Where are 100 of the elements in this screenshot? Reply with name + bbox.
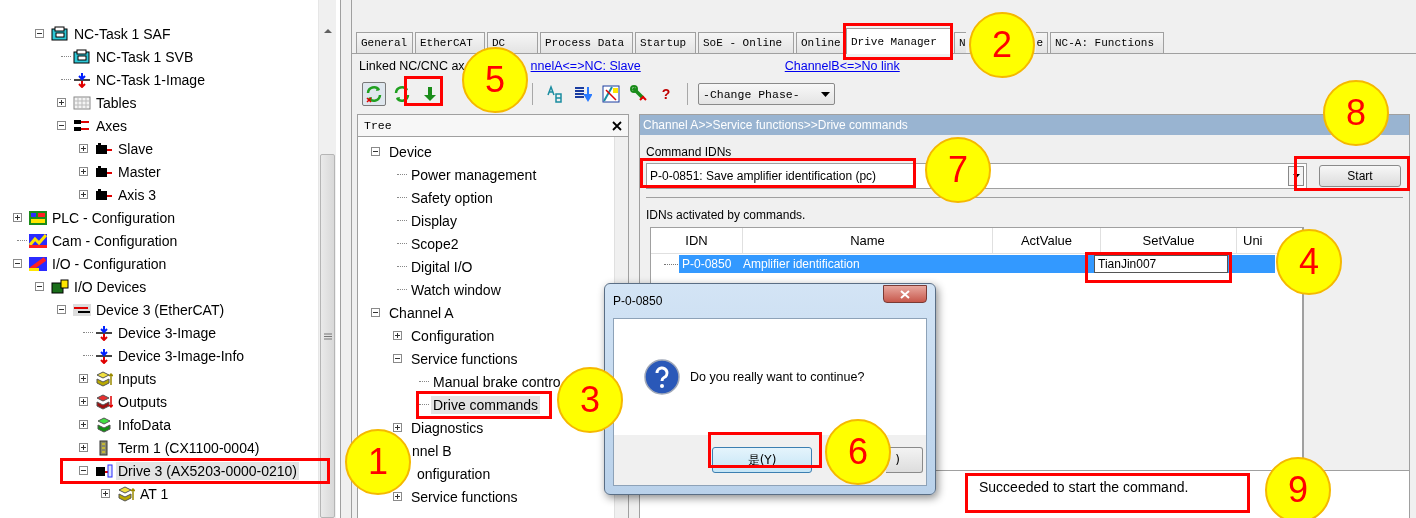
expand-icon[interactable] <box>57 98 66 107</box>
collapse-icon[interactable] <box>79 466 88 475</box>
motor-icon <box>95 163 113 180</box>
tree-item[interactable]: Cam - Configuration <box>50 231 180 250</box>
vertical-scrollbar[interactable] <box>318 0 336 518</box>
tree-item[interactable]: Tables <box>94 93 139 112</box>
column-header[interactable]: Uni <box>1237 228 1277 253</box>
task-icon <box>51 25 69 42</box>
expand-icon[interactable] <box>79 443 88 452</box>
tab[interactable]: Process Data <box>540 32 633 53</box>
caret-icon <box>821 91 830 97</box>
tree-item[interactable]: Outputs <box>116 392 170 411</box>
tab[interactable]: e <box>1036 32 1048 53</box>
collapse-icon[interactable] <box>371 147 380 156</box>
tree-item[interactable]: Diagnostics <box>409 418 486 437</box>
collapse-icon[interactable] <box>393 354 402 363</box>
tree-item[interactable]: Configuration <box>409 326 497 345</box>
input-icon <box>117 485 135 502</box>
expand-icon[interactable] <box>79 144 88 153</box>
channel-b-link[interactable]: ChannelB<=>No link <box>784 59 900 73</box>
field-label: Command IDNs <box>646 145 733 159</box>
tree-item[interactable]: Slave <box>116 139 156 158</box>
tab[interactable]: Online <box>796 32 844 53</box>
expand-icon[interactable] <box>393 492 402 501</box>
collapse-icon[interactable] <box>57 305 66 314</box>
tree-item[interactable]: Digital I/O <box>409 257 475 276</box>
expand-icon[interactable] <box>393 331 402 340</box>
tree-item[interactable]: Term 1 (CX1100-0004) <box>116 438 262 457</box>
table-row[interactable]: P-0-0850 Amplifier identification TianJin007 <box>679 255 1275 273</box>
expand-icon[interactable] <box>79 374 88 383</box>
tree-item[interactable]: Inputs <box>116 369 159 388</box>
input-icon <box>95 370 113 387</box>
tree-item[interactable]: Watch window <box>409 280 503 299</box>
collapse-icon[interactable] <box>35 29 44 38</box>
tab[interactable]: N <box>954 32 966 53</box>
collapse-icon[interactable] <box>35 282 44 291</box>
tree-item[interactable]: PLC - Configuration <box>50 208 177 227</box>
expand-icon[interactable] <box>79 190 88 199</box>
tree-item[interactable]: NC-Task 1 SAF <box>72 24 173 43</box>
column-header[interactable]: Name <box>743 228 993 253</box>
tab[interactable]: EtherCAT <box>415 32 485 53</box>
tab[interactable]: Startup <box>635 32 696 53</box>
tree-item[interactable]: Scope2 <box>409 234 461 253</box>
scroll-up-icon[interactable] <box>322 26 333 36</box>
section-label: IDNs activated by commands. <box>646 208 807 222</box>
tab[interactable]: Drive Manager <box>846 28 952 54</box>
tree-item[interactable]: InfoData <box>116 415 173 434</box>
image-icon <box>95 347 113 364</box>
tree-item[interactable]: Axis 3 <box>116 185 159 204</box>
tree-item[interactable]: Device 3 (EtherCAT) <box>94 300 227 319</box>
expand-icon[interactable] <box>101 489 110 498</box>
tab[interactable]: SoE - Online <box>698 32 794 53</box>
tree-item[interactable]: onfiguration <box>415 464 493 483</box>
tree-item[interactable]: Display <box>409 211 459 230</box>
linked-axis-label: Linked NC/CNC ax <box>359 59 465 73</box>
toolbar-button[interactable] <box>599 82 623 106</box>
collapse-icon[interactable] <box>13 259 22 268</box>
collapse-icon[interactable] <box>57 121 66 130</box>
tree-item[interactable]: Service functions <box>409 349 520 368</box>
tree-item[interactable]: Axes <box>94 116 130 135</box>
tree-item[interactable]: NC-Task 1-Image <box>94 70 207 89</box>
tab[interactable]: NC-A: Functions <box>1050 32 1164 53</box>
column-header[interactable]: ActValue <box>993 228 1101 253</box>
tree-item[interactable]: AT 1 <box>138 484 171 503</box>
start-button[interactable]: Start <box>1319 165 1401 187</box>
tree-item[interactable]: I/O - Configuration <box>50 254 169 273</box>
tree-item[interactable]: Master <box>116 162 163 181</box>
tree-item[interactable]: I/O Devices <box>72 277 149 296</box>
refresh-icon <box>393 85 411 103</box>
tree-item[interactable]: Device 3-Image-Info <box>116 346 247 365</box>
tree-item[interactable]: Drive commands <box>431 395 541 414</box>
column-header[interactable]: IDN <box>651 228 743 253</box>
tree-item[interactable]: Channel A <box>387 303 456 322</box>
expand-icon[interactable] <box>79 420 88 429</box>
set-value-field[interactable]: TianJin007 <box>1094 255 1228 273</box>
tree-item[interactable]: Device 3-Image <box>116 323 219 342</box>
tree-item[interactable]: Service functions <box>409 487 520 506</box>
column-header[interactable]: SetValue <box>1101 228 1237 253</box>
tree-item[interactable]: Drive 3 (AX5203-0000-0210) <box>116 461 299 480</box>
scroll-thumb[interactable] <box>320 154 335 518</box>
tab[interactable]: General <box>356 32 413 53</box>
ethercat-icon <box>73 301 91 318</box>
tree-item[interactable]: NC-Task 1 SVB <box>94 47 196 66</box>
expand-icon[interactable] <box>79 397 88 406</box>
toolbar-button[interactable] <box>362 82 386 106</box>
close-icon[interactable] <box>612 120 622 131</box>
tree-item[interactable]: Safety option <box>409 188 495 207</box>
tree-item[interactable]: Power management <box>409 165 539 184</box>
channel-a-link[interactable]: nnelA<=>NC: Slave <box>530 59 641 73</box>
translate-icon <box>546 85 564 103</box>
expand-icon[interactable] <box>393 423 402 432</box>
dialog-button[interactable]: ) <box>886 447 923 473</box>
expand-icon[interactable] <box>13 213 22 222</box>
tree-item[interactable]: nnel B <box>410 441 454 460</box>
tree-item[interactable]: Device <box>387 142 434 161</box>
expand-icon[interactable] <box>79 167 88 176</box>
phase-dropdown[interactable]: -Change Phase- <box>698 83 835 105</box>
close-button[interactable] <box>883 285 927 303</box>
help-button[interactable]: ? <box>655 82 677 106</box>
collapse-icon[interactable] <box>371 308 380 317</box>
